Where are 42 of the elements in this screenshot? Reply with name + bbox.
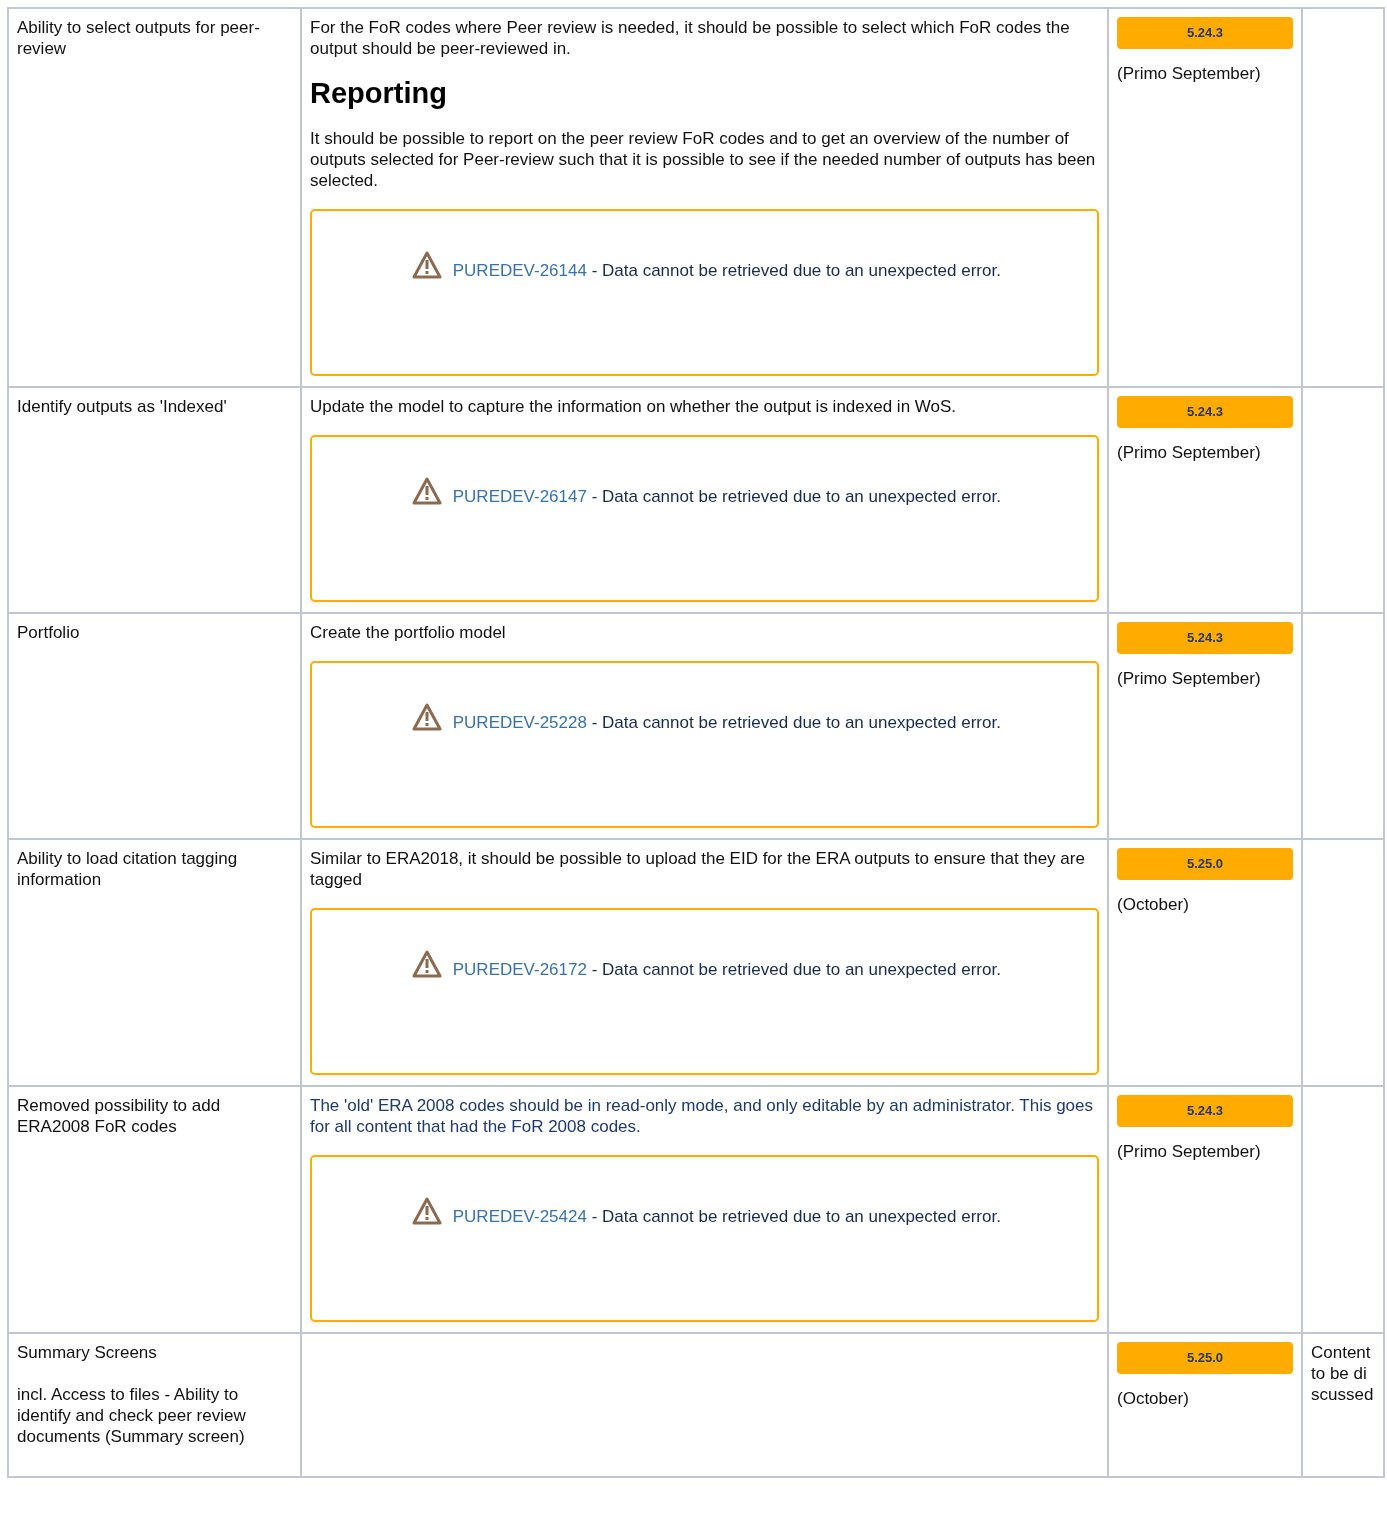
release-note: (Primo September) [1117, 1141, 1262, 1162]
issue-link[interactable]: PUREDEV-26144 [452, 261, 587, 280]
feature-text: Removed possibility to add ERA2008 FoR codes [17, 1095, 222, 1137]
warning-icon [412, 950, 442, 978]
version-badge: 5.24.3 [1117, 622, 1293, 654]
feature-text: Summary Screens [17, 1342, 158, 1363]
description-text: For the FoR codes where Peer review is needed, it should be possible to select which FoR codes the output should be peer-reviewed in. [310, 17, 1071, 59]
issue-link[interactable]: PUREDEV-25424 [452, 1207, 587, 1226]
release-note: (October) [1117, 1388, 1190, 1409]
notes-text: Content to be discussed [1311, 1342, 1375, 1405]
description-text: The 'old' ERA 2008 codes should be in read-only mode, and only editable by an administrator. This goes for all content that had the FoR 2008 codes. [310, 1095, 1094, 1137]
version-badge: 5.24.3 [1117, 17, 1293, 49]
version-badge: 5.25.0 [1117, 1342, 1293, 1374]
description-text: It should be possible to report on the peer review FoR codes and to get an overview of the number of outputs selected for Peer-review such that it is possible to see if the needed number of outputs has been selected. [310, 128, 1097, 191]
feature-text: Identify outputs as 'Indexed' [17, 396, 228, 417]
error-message: PUREDEV-26144 - Data cannot be retrieved due to an unexpected error. [412, 251, 1007, 291]
warning-icon [412, 477, 442, 505]
issue-link[interactable]: PUREDEV-26147 [452, 487, 587, 506]
feature-text: Ability to load citation tagging information [17, 848, 239, 890]
warning-icon [412, 1197, 442, 1225]
release-note: (Primo September) [1117, 668, 1262, 689]
description-text: Create the portfolio model [310, 622, 507, 643]
error-message: PUREDEV-26147 - Data cannot be retrieved due to an unexpected error. [412, 477, 1007, 517]
release-note: (Primo September) [1117, 63, 1262, 84]
error-message: PUREDEV-26172 - Data cannot be retrieved due to an unexpected error. [412, 950, 1007, 990]
feature-text: Ability to select outputs for peer-review [17, 17, 261, 59]
release-note: (Primo September) [1117, 442, 1262, 463]
section-heading: Reporting [310, 77, 448, 110]
feature-text: Portfolio [17, 622, 81, 643]
issue-link[interactable]: PUREDEV-26172 [452, 960, 587, 979]
release-note: (October) [1117, 894, 1190, 915]
feature-text: incl. Access to files - Ability to identify and check peer review documents (Summary screen) [17, 1384, 247, 1447]
issue-link[interactable]: PUREDEV-25228 [452, 713, 587, 732]
error-message: PUREDEV-25228 - Data cannot be retrieved due to an unexpected error. [412, 703, 1007, 743]
warning-icon [412, 251, 442, 279]
version-badge: 5.25.0 [1117, 848, 1293, 880]
warning-icon [412, 703, 442, 731]
version-badge: 5.24.3 [1117, 396, 1293, 428]
description-text: Update the model to capture the information on whether the output is indexed in WoS. [310, 396, 958, 417]
version-badge: 5.24.3 [1117, 1095, 1293, 1127]
error-message: PUREDEV-25424 - Data cannot be retrieved due to an unexpected error. [412, 1197, 1007, 1237]
description-text: Similar to ERA2018, it should be possible to upload the EID for the ERA outputs to ensure that they are tagged [310, 848, 1086, 890]
